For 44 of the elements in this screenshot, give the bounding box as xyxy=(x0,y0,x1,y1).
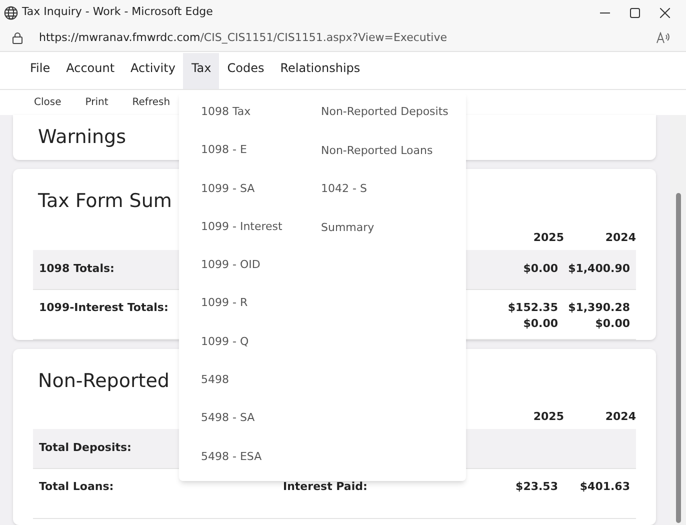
toolbar-button[interactable]: Refresh xyxy=(132,94,170,110)
toolbar-button[interactable]: Print xyxy=(85,94,108,110)
table-cell-text: $0.00 xyxy=(523,260,558,277)
row-label: 1098 Totals: xyxy=(39,262,114,275)
window-title: Tax Inquiry - Work - Microsoft Edge xyxy=(22,4,213,20)
globe-icon xyxy=(4,6,18,20)
menu-item[interactable]: 1099 - OID xyxy=(201,258,260,272)
table-cell-text: $1,390.28 xyxy=(568,300,630,316)
menu-item[interactable]: Tax xyxy=(183,53,220,89)
card-title: Non-Reported xyxy=(38,370,170,392)
row-label: Total Loans: xyxy=(39,480,114,494)
read-aloud-icon[interactable] xyxy=(656,32,670,44)
column-header: 2025 xyxy=(532,409,564,426)
menu-item[interactable]: 5498 - SA xyxy=(201,411,255,424)
menu-item[interactable]: 1098 Tax xyxy=(201,105,251,118)
menu-item[interactable]: Non-Reported Deposits xyxy=(321,105,448,118)
menu-item[interactable]: 1098 - E xyxy=(201,143,247,156)
field-label: Interest Paid: xyxy=(283,480,368,494)
menu-item[interactable]: 1042 - S xyxy=(321,182,367,196)
table-cell-text: $23.53 xyxy=(516,479,558,496)
menu-item[interactable]: 1099 - R xyxy=(201,296,248,310)
table-cell-text: $152.35 xyxy=(508,300,558,316)
menu-item[interactable]: 1099 - SA xyxy=(201,182,255,195)
column-header: 2025 xyxy=(532,230,564,246)
table-cell-text: $0.00 xyxy=(595,316,630,332)
menu-item[interactable]: 1099 - Q xyxy=(201,334,249,348)
card-title: Tax Form Sum xyxy=(38,190,172,212)
column-header: 2024 xyxy=(604,230,636,246)
row-label: 1099-Interest Totals: xyxy=(39,300,168,314)
menu-item[interactable]: 5498 xyxy=(201,373,229,386)
toolbar-button[interactable]: Close xyxy=(34,94,62,110)
row-label: Total Deposits: xyxy=(39,441,132,454)
menu-item[interactable]: 1099 - Interest xyxy=(201,220,282,233)
close-icon[interactable] xyxy=(660,8,670,18)
menu-item[interactable]: Non-Reported Loans xyxy=(321,144,433,157)
table-cell-text: $0.00 xyxy=(523,316,558,332)
menu-item[interactable]: 5498 - ESA xyxy=(201,450,262,463)
table-cell-text: $1,400.90 xyxy=(568,260,630,277)
maximize-icon[interactable] xyxy=(630,8,640,18)
column-header: 2024 xyxy=(604,409,636,426)
menu-item[interactable]: Summary xyxy=(321,221,374,234)
lock-icon[interactable] xyxy=(12,32,23,44)
card-title: Warnings xyxy=(38,125,126,150)
table-cell-text: $401.63 xyxy=(580,479,630,496)
